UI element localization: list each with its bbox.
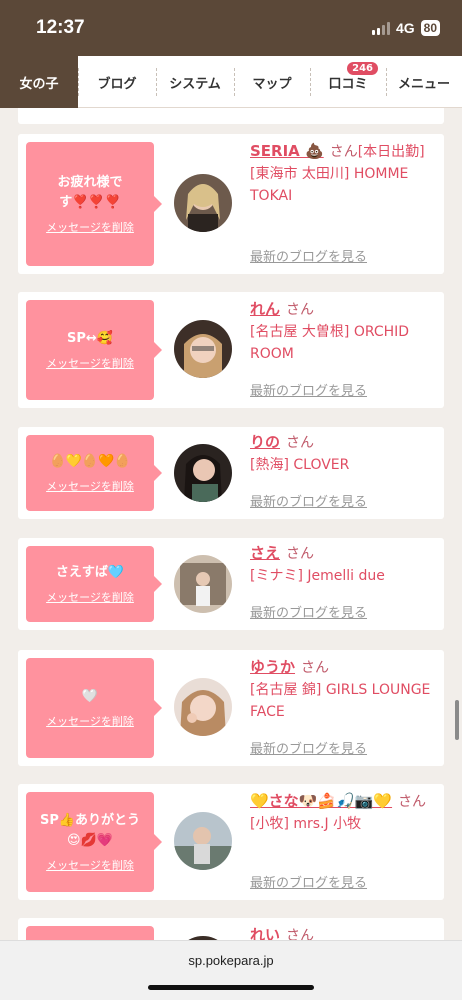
- honorific: さん: [286, 302, 315, 318]
- avatar[interactable]: [174, 812, 232, 870]
- message-bubble: 🤍 メッセージを削除: [26, 658, 162, 758]
- nav-tab-system[interactable]: システム: [156, 56, 234, 108]
- girl-info: りの さん [熱海] CLOVER: [250, 431, 436, 476]
- avatar[interactable]: [174, 174, 232, 232]
- message-bubble: お疲れ様です❣️❣️❣️ メッセージを削除: [26, 142, 162, 266]
- avatar[interactable]: [174, 555, 232, 613]
- nav-tab-menu[interactable]: メニュー: [386, 56, 462, 108]
- avatar[interactable]: [174, 678, 232, 736]
- girl-card: 🥚💛🥚🧡🥚 メッセージを削除 りの さん [熱海] CLOVER 最新のブログを見…: [18, 427, 444, 519]
- girl-card: 🤍 メッセージを削除 ゆうか さん [名古屋 錦] GIRLS LOUNGE FA…: [18, 650, 444, 766]
- home-indicator[interactable]: [148, 985, 314, 990]
- delete-message-link[interactable]: メッセージを削除: [46, 589, 134, 605]
- delete-message-link[interactable]: メッセージを削除: [46, 355, 134, 371]
- battery-icon: 80: [420, 20, 440, 36]
- message-text: 🥚💛🥚🧡🥚: [49, 454, 131, 469]
- nav-tab-label: 口コミ: [328, 76, 368, 92]
- shop-name: [名古屋 大曽根] ORCHID ROOM: [250, 324, 410, 362]
- avatar[interactable]: [174, 320, 232, 378]
- delete-message-link[interactable]: メッセージを削除: [46, 857, 134, 873]
- message-text: SP↔🥰: [67, 331, 113, 346]
- message-bubble: SP👍ありがとう😍💋💗 メッセージを削除: [26, 792, 162, 892]
- delete-message-link[interactable]: メッセージを削除: [46, 478, 134, 494]
- signal-icon: [371, 21, 390, 35]
- today-status: [本日出勤]: [357, 144, 425, 160]
- message-text: お疲れ様です❣️❣️❣️: [57, 175, 123, 210]
- message-bubble: さえすば🩵 メッセージを削除: [26, 546, 162, 622]
- girl-name-link[interactable]: ゆうか: [250, 658, 295, 676]
- honorific: さん: [286, 435, 315, 451]
- nav-tab-label: メニュー: [397, 76, 450, 92]
- nav-tab-girls[interactable]: 女の子: [0, 56, 78, 108]
- previous-card-edge: [18, 108, 444, 124]
- reviews-count-badge: 246: [347, 62, 378, 75]
- scrollbar[interactable]: [455, 700, 459, 740]
- girl-card: SP↔🥰 メッセージを削除 れん さん [名古屋 大曽根] ORCHID ROOM…: [18, 292, 444, 408]
- girl-info: ゆうか さん [名古屋 錦] GIRLS LOUNGE FACE: [250, 656, 436, 723]
- message-bubble: 🥚💛🥚🧡🥚 メッセージを削除: [26, 435, 162, 511]
- message-text: 🤍: [81, 689, 99, 704]
- delete-message-link[interactable]: メッセージを削除: [46, 219, 134, 235]
- url-text: sp.pokepara.jp: [188, 953, 274, 968]
- girl-name-link[interactable]: りの: [250, 433, 280, 451]
- message-text: SP👍ありがとう😍💋💗: [39, 813, 141, 848]
- shop-name: [小牧] mrs.J 小牧: [250, 816, 362, 832]
- girl-name-link[interactable]: 💛さな🐶🍰🎣📷💛: [250, 792, 392, 810]
- girl-name-link[interactable]: SERIA 💩: [250, 142, 324, 160]
- browser-url-bar[interactable]: sp.pokepara.jp: [0, 940, 462, 1000]
- top-navigation: 女の子 ブログ システム マップ 口コミ 246 メニュー: [0, 56, 462, 108]
- shop-name: [熱海] CLOVER: [250, 457, 350, 473]
- status-bar: 12:37 4G 80: [0, 0, 462, 56]
- girl-info: れん さん [名古屋 大曽根] ORCHID ROOM: [250, 298, 436, 365]
- status-indicators: 4G 80: [371, 20, 440, 36]
- girl-info: SERIA 💩 さん[本日出勤] [東海市 太田川] HOMME TOKAI: [250, 140, 436, 207]
- nav-tab-label: 女の子: [19, 76, 59, 92]
- nav-tab-reviews[interactable]: 口コミ 246: [310, 56, 386, 108]
- latest-blog-link[interactable]: 最新のブログを見る: [250, 872, 367, 891]
- shop-name: [東海市 太田川] HOMME TOKAI: [250, 166, 409, 204]
- latest-blog-link[interactable]: 最新のブログを見る: [250, 602, 367, 621]
- honorific: さん: [301, 660, 330, 676]
- girl-info: さえ さん [ミナミ] Jemelli due: [250, 542, 436, 587]
- shop-name: [ミナミ] Jemelli due: [250, 568, 385, 584]
- latest-blog-link[interactable]: 最新のブログを見る: [250, 380, 367, 399]
- avatar[interactable]: [174, 444, 232, 502]
- girl-card: お疲れ様です❣️❣️❣️ メッセージを削除 SERIA 💩 さん[本日出勤] [東…: [18, 134, 444, 274]
- latest-blog-link[interactable]: 最新のブログを見る: [250, 491, 367, 510]
- message-text: さえすば🩵: [55, 565, 125, 580]
- nav-tab-label: マップ: [252, 76, 292, 92]
- girl-name-link[interactable]: さえ: [250, 544, 280, 562]
- nav-tab-blog[interactable]: ブログ: [78, 56, 156, 108]
- girl-card: SP👍ありがとう😍💋💗 メッセージを削除 💛さな🐶🍰🎣📷💛 さん [小牧] mrs…: [18, 784, 444, 900]
- delete-message-link[interactable]: メッセージを削除: [46, 713, 134, 729]
- status-time: 12:37: [36, 17, 85, 38]
- honorific: さん: [398, 794, 427, 810]
- girl-card: さえすば🩵 メッセージを削除 さえ さん [ミナミ] Jemelli due 最新…: [18, 538, 444, 630]
- nav-tab-label: システム: [169, 76, 221, 92]
- nav-tab-map[interactable]: マップ: [234, 56, 310, 108]
- latest-blog-link[interactable]: 最新のブログを見る: [250, 738, 367, 757]
- shop-name: [名古屋 錦] GIRLS LOUNGE FACE: [250, 682, 431, 720]
- girl-name-link[interactable]: れん: [250, 300, 280, 318]
- network-label: 4G: [395, 20, 415, 36]
- girl-info: 💛さな🐶🍰🎣📷💛 さん [小牧] mrs.J 小牧: [250, 790, 436, 835]
- latest-blog-link[interactable]: 最新のブログを見る: [250, 246, 367, 265]
- message-bubble: SP↔🥰 メッセージを削除: [26, 300, 162, 400]
- honorific: さん: [329, 144, 358, 160]
- nav-tab-label: ブログ: [97, 76, 137, 92]
- honorific: さん: [286, 546, 315, 562]
